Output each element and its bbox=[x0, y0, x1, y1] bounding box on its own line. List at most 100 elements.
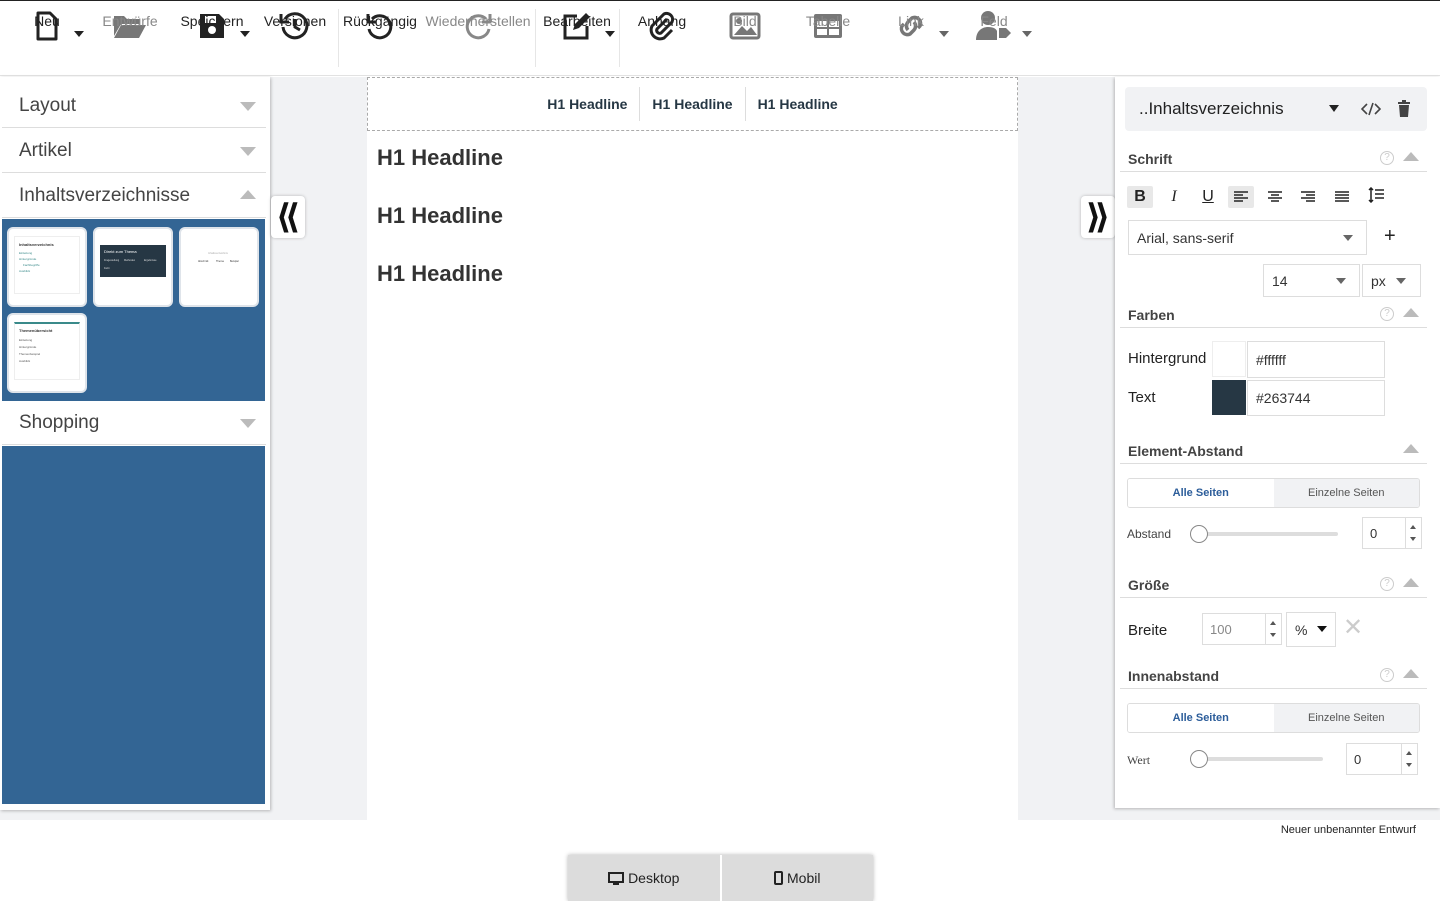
font-size-select[interactable]: 14 bbox=[1263, 264, 1360, 297]
field-dropdown-caret[interactable] bbox=[1022, 31, 1032, 37]
save-button[interactable]: Speichern bbox=[180, 9, 244, 69]
section-layout[interactable]: Layout bbox=[2, 84, 266, 128]
text-color-swatch[interactable] bbox=[1212, 380, 1246, 415]
thumb-line: Ausblick bbox=[19, 269, 31, 273]
collapse-right-panel-button[interactable]: ⟫ bbox=[1081, 196, 1115, 238]
versions-button[interactable]: Versionen bbox=[264, 9, 326, 69]
new-button[interactable]: Neu bbox=[27, 9, 67, 69]
divider bbox=[1120, 688, 1427, 689]
thumb-preview: Direkt zum Thema Fragestellung Methoden … bbox=[100, 245, 166, 277]
save-dropdown-caret[interactable] bbox=[240, 31, 250, 37]
toc-link[interactable]: H1 Headline bbox=[746, 87, 850, 121]
background-color-input[interactable]: #ffffff bbox=[1247, 341, 1385, 378]
add-font-button[interactable]: + bbox=[1384, 225, 1396, 248]
section-colors-title: Farben bbox=[1128, 307, 1175, 323]
font-family-select[interactable]: Arial, sans-serif bbox=[1128, 220, 1367, 255]
mobile-view-tab[interactable]: Mobil bbox=[721, 855, 873, 901]
image-button[interactable]: Bild bbox=[720, 9, 770, 69]
field-button[interactable]: Feld bbox=[972, 9, 1016, 69]
headline[interactable]: H1 Headline bbox=[377, 261, 503, 287]
link-button[interactable]: Link bbox=[890, 9, 932, 69]
desktop-icon bbox=[608, 871, 625, 885]
spacing-slider-handle[interactable] bbox=[1190, 525, 1208, 543]
code-icon[interactable] bbox=[1361, 102, 1381, 116]
edit-dropdown-caret[interactable] bbox=[605, 31, 615, 37]
link-dropdown-caret[interactable] bbox=[939, 31, 949, 37]
chevron-down-icon bbox=[1317, 626, 1327, 632]
spacing-slider-track[interactable] bbox=[1190, 532, 1338, 536]
font-unit-select[interactable]: px bbox=[1362, 264, 1421, 297]
divider bbox=[1120, 463, 1427, 464]
align-center-button[interactable] bbox=[1262, 186, 1288, 208]
line-height-button[interactable] bbox=[1363, 184, 1389, 206]
headline[interactable]: H1 Headline bbox=[377, 203, 503, 229]
element-selector[interactable]: ..Inhaltsverzeichnis bbox=[1125, 87, 1427, 131]
table-button[interactable]: Tabelle bbox=[800, 9, 856, 69]
padding-value-input[interactable]: 0 bbox=[1346, 743, 1418, 775]
spinner[interactable] bbox=[1265, 614, 1281, 644]
trash-icon[interactable] bbox=[1397, 100, 1411, 117]
editor-canvas[interactable]: H1 Headline H1 Headline H1 Headline H1 H… bbox=[367, 77, 1018, 820]
align-right-button[interactable] bbox=[1295, 186, 1321, 208]
section-artikel[interactable]: Artikel bbox=[2, 129, 266, 173]
help-icon[interactable]: ? bbox=[1380, 577, 1394, 591]
bold-button[interactable]: B bbox=[1127, 186, 1153, 208]
undo-button[interactable]: Rückgängig bbox=[343, 9, 417, 69]
thumb-title: Themenübersicht bbox=[19, 328, 53, 333]
template-thumb-toc-2[interactable]: Direkt zum Thema Fragestellung Methoden … bbox=[93, 227, 173, 307]
spacing-mode-toggle: Alle Seiten Einzelne Seiten bbox=[1127, 478, 1420, 508]
spinner[interactable] bbox=[1401, 744, 1417, 774]
align-left-button[interactable] bbox=[1228, 186, 1254, 208]
desktop-view-tab[interactable]: Desktop bbox=[568, 855, 722, 901]
collapse-icon[interactable] bbox=[1403, 308, 1419, 317]
clear-width-button[interactable]: ✕ bbox=[1343, 616, 1363, 640]
spinner[interactable] bbox=[1405, 518, 1421, 548]
redo-button[interactable]: Wiederherstellen bbox=[425, 9, 531, 69]
thumb-line: Fragestellung bbox=[104, 259, 120, 262]
toc-link[interactable]: H1 Headline bbox=[535, 87, 641, 121]
section-inhaltsverzeichnisse[interactable]: Inhaltsverzeichnisse bbox=[2, 174, 266, 218]
spacing-value-input[interactable]: 0 bbox=[1362, 517, 1422, 549]
help-icon[interactable]: ? bbox=[1380, 151, 1394, 165]
template-thumb-toc-1[interactable]: Inhaltsverzeichnis Einleitung Hintergrün… bbox=[7, 227, 87, 307]
padding-single-sides-tab[interactable]: Einzelne Seiten bbox=[1273, 704, 1419, 732]
expand-icon bbox=[240, 419, 256, 428]
width-unit-select[interactable]: % bbox=[1286, 612, 1336, 647]
padding-slider-track[interactable] bbox=[1190, 757, 1323, 761]
text-color-input[interactable]: #263744 bbox=[1247, 380, 1385, 416]
toolbar-divider bbox=[535, 9, 536, 67]
section-shopping[interactable]: Shopping bbox=[2, 401, 266, 445]
collapse-icon[interactable] bbox=[1403, 444, 1419, 453]
text-color-label: Text bbox=[1128, 389, 1156, 406]
toolbar-divider bbox=[619, 9, 620, 67]
collapse-icon[interactable] bbox=[1403, 152, 1419, 161]
edit-button[interactable]: Bearbeiten bbox=[543, 9, 611, 69]
collapse-left-panel-button[interactable]: ⟪ bbox=[271, 196, 305, 238]
template-thumb-toc-4[interactable]: Themenübersicht Einleitung Hintergründe … bbox=[7, 313, 87, 393]
padding-slider-handle[interactable] bbox=[1190, 750, 1208, 768]
collapse-icon[interactable] bbox=[1403, 669, 1419, 678]
thumb-line: Fachbegriffe bbox=[23, 263, 40, 267]
attachment-button[interactable]: Anhang bbox=[634, 9, 690, 69]
spacing-label: Abstand bbox=[1127, 527, 1172, 541]
underline-button[interactable]: U bbox=[1195, 186, 1221, 208]
chevron-down-icon bbox=[1396, 278, 1406, 284]
help-icon[interactable]: ? bbox=[1380, 307, 1394, 321]
padding-all-sides-tab[interactable]: Alle Seiten bbox=[1128, 704, 1274, 732]
width-input[interactable]: 100 bbox=[1202, 613, 1282, 645]
toc-block[interactable]: H1 Headline H1 Headline H1 Headline bbox=[367, 77, 1018, 131]
template-thumb-toc-3[interactable]: Inhaltsverzeichnis Abschnitt Thema Beisp… bbox=[179, 227, 259, 307]
italic-button[interactable]: I bbox=[1161, 186, 1187, 208]
align-justify-button[interactable] bbox=[1329, 186, 1355, 208]
background-color-swatch[interactable] bbox=[1212, 341, 1246, 377]
spacing-all-sides-tab[interactable]: Alle Seiten bbox=[1128, 479, 1274, 507]
collapse-icon[interactable] bbox=[1403, 578, 1419, 587]
toc-link[interactable]: H1 Headline bbox=[640, 87, 746, 121]
spacing-single-sides-tab[interactable]: Einzelne Seiten bbox=[1273, 479, 1419, 507]
headline[interactable]: H1 Headline bbox=[377, 145, 503, 171]
help-icon[interactable]: ? bbox=[1380, 668, 1394, 682]
drafts-label: Entwürfe bbox=[102, 13, 158, 29]
drafts-button[interactable]: Entwürfe bbox=[100, 9, 160, 69]
chevron-down-icon[interactable] bbox=[1329, 105, 1339, 112]
new-dropdown-caret[interactable] bbox=[74, 31, 84, 37]
